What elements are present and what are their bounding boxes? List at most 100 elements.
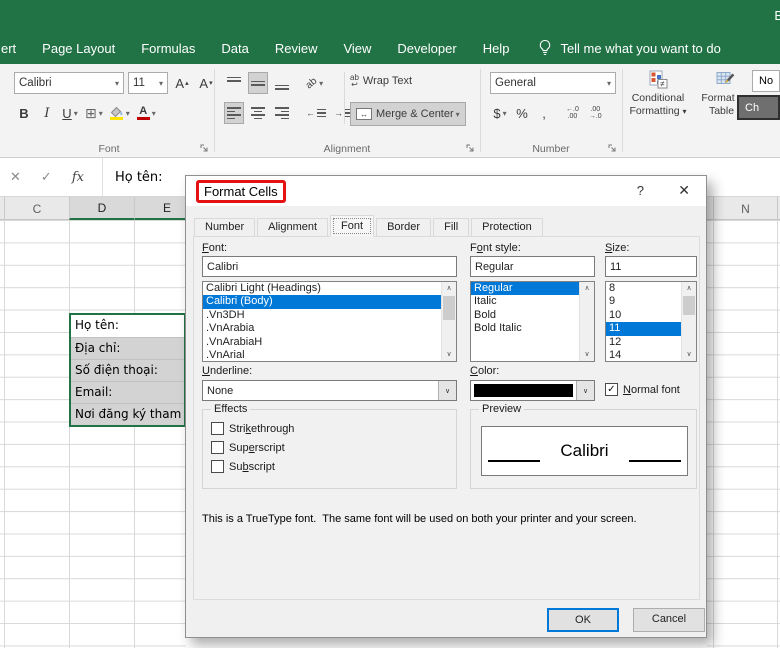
- tab-number[interactable]: Number: [194, 218, 256, 237]
- middle-align-button[interactable]: [248, 72, 268, 94]
- cell-ho-ten[interactable]: Họ tên:: [71, 315, 184, 337]
- close-icon[interactable]: ✕: [678, 182, 690, 199]
- ok-button[interactable]: OK: [547, 608, 619, 632]
- scroll-up-icon[interactable]: ∧: [580, 282, 594, 295]
- font-list-scrollbar[interactable]: ∧ ∨: [441, 282, 456, 361]
- tab-developer[interactable]: Developer: [384, 41, 469, 56]
- cell-noi-dang-ky[interactable]: Nơi đăng ký tham: [71, 403, 184, 425]
- style-list-item[interactable]: Italic: [471, 295, 594, 308]
- scroll-down-icon[interactable]: ∨: [580, 348, 594, 361]
- tell-me-box[interactable]: Tell me what you want to do: [538, 39, 721, 57]
- underline-button[interactable]: U ▾: [60, 102, 80, 124]
- bottom-align-button[interactable]: [272, 72, 292, 94]
- increase-decimal-button[interactable]: ←.0.00: [562, 106, 583, 120]
- tab-font[interactable]: Font: [330, 215, 375, 237]
- enter-icon[interactable]: ✓: [41, 169, 52, 185]
- font-color-button[interactable]: A ▾: [135, 102, 158, 124]
- increase-font-size-button[interactable]: A ▴: [172, 72, 192, 94]
- cell-so-dien-thoai[interactable]: Số điện thoại:: [71, 359, 184, 381]
- column-header-n[interactable]: N: [713, 197, 777, 220]
- superscript-checkbox[interactable]: Superscript: [211, 441, 285, 454]
- formula-input[interactable]: Họ tên:: [115, 170, 163, 185]
- scroll-down-icon[interactable]: ∨: [442, 348, 456, 361]
- scroll-up-icon[interactable]: ∧: [682, 282, 696, 295]
- align-left-button[interactable]: [224, 102, 244, 124]
- size-list[interactable]: 8 9 10 11 12 14 ∧ ∨: [605, 281, 697, 362]
- chevron-down-icon[interactable]: ▾: [503, 109, 507, 118]
- font-size-combo[interactable]: 11 ▾: [128, 72, 168, 94]
- chevron-down-icon[interactable]: ▾: [111, 79, 119, 88]
- scroll-up-icon[interactable]: ∧: [442, 282, 456, 295]
- subscript-checkbox[interactable]: Subscript: [211, 460, 275, 473]
- italic-button[interactable]: I: [37, 102, 57, 124]
- borders-button[interactable]: ⊞ ▾: [83, 102, 105, 124]
- style-list-item[interactable]: Bold: [471, 309, 594, 322]
- scrollbar-thumb[interactable]: [683, 296, 695, 315]
- color-select[interactable]: ∨: [470, 380, 595, 401]
- tab-border[interactable]: Border: [376, 218, 432, 237]
- cancel-icon[interactable]: ✕: [10, 169, 21, 185]
- grid-right[interactable]: [707, 220, 780, 648]
- font-style-list[interactable]: Regular Italic Bold Bold Italic ∧ ∨: [470, 281, 595, 362]
- accounting-format-button[interactable]: $ ▾: [490, 102, 510, 124]
- strikethrough-checkbox[interactable]: Strikethrough: [211, 422, 294, 435]
- selected-range[interactable]: Họ tên: Địa chỉ: Số điện thoại: Email: N…: [69, 313, 186, 427]
- tab-formulas[interactable]: Formulas: [128, 41, 208, 56]
- percent-style-button[interactable]: %: [512, 102, 532, 124]
- font-input[interactable]: Calibri: [202, 256, 457, 277]
- font-name-combo[interactable]: Calibri ▾: [14, 72, 124, 94]
- tab-page-layout[interactable]: Page Layout: [29, 41, 128, 56]
- font-list-item[interactable]: .VnArabiaH: [203, 336, 456, 349]
- cancel-button[interactable]: Cancel: [633, 608, 705, 632]
- scrollbar-thumb[interactable]: [443, 296, 455, 320]
- cell-style-check-cell[interactable]: Ch: [737, 95, 780, 120]
- column-header-d[interactable]: D: [69, 197, 134, 220]
- account-initial[interactable]: B: [774, 8, 780, 23]
- number-dialog-launcher[interactable]: [608, 144, 617, 153]
- fill-color-button[interactable]: ▾: [108, 102, 132, 124]
- align-center-button[interactable]: [248, 102, 268, 124]
- font-list-item[interactable]: Calibri Light (Headings): [203, 282, 456, 295]
- alignment-dialog-launcher[interactable]: [466, 144, 475, 153]
- column-header-c[interactable]: C: [4, 197, 69, 220]
- normal-font-checkbox[interactable]: ✓ Normal font: [605, 383, 680, 396]
- chevron-down-icon[interactable]: ▾: [319, 79, 323, 88]
- bold-button[interactable]: B: [14, 102, 34, 124]
- decrease-decimal-button[interactable]: .00 →.0: [585, 106, 606, 120]
- grid-left[interactable]: [0, 220, 186, 648]
- align-right-button[interactable]: [272, 102, 292, 124]
- chevron-down-icon[interactable]: ▾: [126, 109, 130, 118]
- decrease-indent-button[interactable]: ←: [304, 102, 328, 124]
- font-list-item[interactable]: .VnArial: [203, 349, 456, 361]
- number-format-combo[interactable]: General ▾: [490, 72, 616, 94]
- cell-style-normal[interactable]: No: [752, 70, 780, 92]
- font-dialog-launcher[interactable]: [200, 144, 209, 153]
- tab-fill[interactable]: Fill: [433, 218, 470, 237]
- chevron-down-icon[interactable]: ▾: [456, 110, 460, 119]
- chevron-down-icon[interactable]: ▾: [74, 109, 78, 118]
- help-button[interactable]: ?: [637, 183, 644, 198]
- tab-view[interactable]: View: [330, 41, 384, 56]
- chevron-down-icon[interactable]: ▾: [155, 79, 163, 88]
- insert-function-icon[interactable]: fx: [72, 170, 84, 185]
- chevron-down-icon[interactable]: ▾: [603, 79, 611, 88]
- style-list-item-selected[interactable]: Regular: [471, 282, 594, 296]
- top-align-button[interactable]: [224, 72, 244, 94]
- font-list-item[interactable]: .Vn3DH: [203, 309, 456, 322]
- conditional-formatting-button[interactable]: ≠ Conditional Formatting ▾: [624, 70, 692, 118]
- wrap-text-button[interactable]: ab ↩ Wrap Text: [350, 74, 412, 89]
- size-list-scrollbar[interactable]: ∧ ∨: [681, 282, 696, 361]
- tab-help[interactable]: Help: [470, 41, 523, 56]
- font-style-scrollbar[interactable]: ∧ ∨: [579, 282, 594, 361]
- decrease-font-size-button[interactable]: A ▾: [196, 72, 216, 94]
- tab-protection[interactable]: Protection: [471, 218, 543, 237]
- scroll-down-icon[interactable]: ∨: [682, 348, 696, 361]
- merge-center-button[interactable]: ↔ Merge & Center ▾: [350, 102, 466, 126]
- style-list-item[interactable]: Bold Italic: [471, 322, 594, 335]
- font-list-item[interactable]: .VnArabia: [203, 322, 456, 335]
- orientation-button[interactable]: ab ▾: [304, 72, 325, 94]
- tab-review[interactable]: Review: [262, 41, 331, 56]
- font-list-item-selected[interactable]: Calibri (Body): [203, 295, 456, 309]
- chevron-down-icon[interactable]: ▾: [152, 109, 156, 118]
- tab-alignment[interactable]: Alignment: [257, 218, 329, 237]
